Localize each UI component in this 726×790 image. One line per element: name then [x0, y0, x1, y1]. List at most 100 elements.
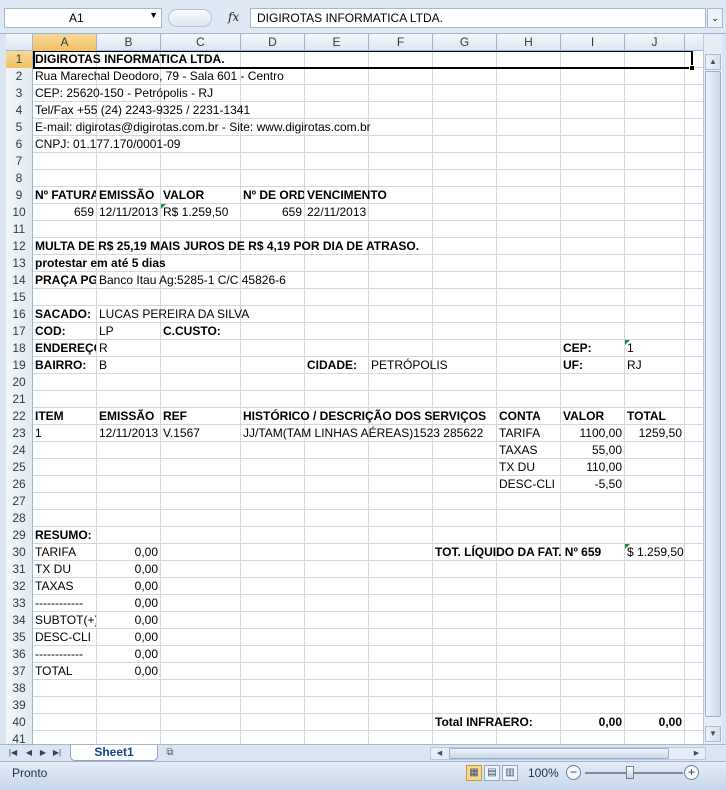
row-header[interactable]: 41: [6, 731, 33, 744]
cell-h23[interactable]: TARIFA: [497, 425, 560, 441]
cell-a33[interactable]: ------------: [33, 595, 96, 611]
row-header[interactable]: 7: [6, 153, 33, 170]
scroll-up-icon[interactable]: ▲: [705, 54, 721, 70]
cell-a1[interactable]: DIGIROTAS INFORMATICA LTDA.: [33, 51, 685, 67]
cell-c22[interactable]: REF: [161, 408, 240, 424]
column-header-h[interactable]: H: [497, 34, 561, 51]
row-header[interactable]: 3: [6, 85, 33, 102]
cell-a30[interactable]: TARIFA: [33, 544, 96, 560]
row-header[interactable]: 25: [6, 459, 33, 476]
cell-a14[interactable]: PRAÇA PG: [33, 272, 96, 288]
column-header-c[interactable]: C: [161, 34, 241, 51]
cell-a22[interactable]: ITEM: [33, 408, 96, 424]
row-header[interactable]: 35: [6, 629, 33, 646]
row-header[interactable]: 31: [6, 561, 33, 578]
first-sheet-icon[interactable]: |◀: [6, 746, 20, 760]
cell-b16[interactable]: LUCAS PEREIRA DA SILVA: [97, 306, 685, 322]
scroll-down-icon[interactable]: ▼: [705, 726, 721, 742]
spreadsheet-grid[interactable]: ABCDEFGHIJ 1 DIGIROTAS INFORMATICA LTDA. 2…: [6, 34, 703, 744]
row-header[interactable]: 12: [6, 238, 33, 255]
row-header[interactable]: 20: [6, 374, 33, 391]
cell-e19[interactable]: CIDADE:: [305, 357, 368, 373]
cell-a16[interactable]: SACADO:: [33, 306, 96, 322]
row-header[interactable]: 34: [6, 612, 33, 629]
cell-a18[interactable]: ENDEREÇO: [33, 340, 96, 356]
cell-e10[interactable]: 22/11/2013: [305, 204, 685, 220]
cell-i22[interactable]: VALOR: [561, 408, 624, 424]
cell-j40[interactable]: 0,00: [625, 714, 684, 730]
row-header[interactable]: 21: [6, 391, 33, 408]
cell-b9[interactable]: EMISSÃO: [97, 187, 160, 203]
row-header[interactable]: 37: [6, 663, 33, 680]
cell-j18[interactable]: 1: [625, 340, 684, 356]
cell-j22[interactable]: TOTAL: [625, 408, 684, 424]
row-header[interactable]: 14: [6, 272, 33, 289]
row-header[interactable]: 40: [6, 714, 33, 731]
zoom-slider[interactable]: [585, 772, 683, 774]
cell-d10[interactable]: 659: [241, 204, 304, 220]
zoom-slider-thumb[interactable]: [626, 766, 634, 779]
select-all-corner[interactable]: [6, 34, 33, 51]
cell-b19[interactable]: B: [97, 357, 160, 373]
row-header[interactable]: 33: [6, 595, 33, 612]
row-header[interactable]: 15: [6, 289, 33, 306]
cell-c10[interactable]: R$ 1.259,50: [161, 204, 240, 220]
column-header-a[interactable]: A: [33, 34, 97, 51]
column-header-d[interactable]: D: [241, 34, 305, 51]
scroll-left-icon[interactable]: ◀: [433, 748, 446, 759]
cell-a9[interactable]: Nº FATURA: [33, 187, 96, 203]
cell-b17[interactable]: LP: [97, 323, 160, 339]
cell-a19[interactable]: BAIRRO:: [33, 357, 96, 373]
cell-i19[interactable]: UF:: [561, 357, 624, 373]
row-header[interactable]: 23: [6, 425, 33, 442]
row-header[interactable]: 4: [6, 102, 33, 119]
row-header[interactable]: 39: [6, 697, 33, 714]
expand-formula-bar-button[interactable]: ⌄: [707, 8, 723, 28]
cell-b30[interactable]: 0,00: [97, 544, 160, 560]
cell-a13[interactable]: protestar em até 5 dias: [33, 255, 685, 271]
row-header[interactable]: 1: [6, 51, 33, 68]
row-header[interactable]: 38: [6, 680, 33, 697]
next-sheet-icon[interactable]: ▶: [36, 746, 50, 760]
cell-b36[interactable]: 0,00: [97, 646, 160, 662]
cell-i23[interactable]: 1100,00: [561, 425, 624, 441]
row-header[interactable]: 22: [6, 408, 33, 425]
cell-i25[interactable]: 110,00: [561, 459, 624, 475]
column-header-b[interactable]: B: [97, 34, 161, 51]
cell-a2[interactable]: Rua Marechal Deodoro, 79 - Sala 601 - Ce…: [33, 68, 685, 84]
cell-j30[interactable]: $ 1.259,50: [625, 544, 684, 560]
cell-i24[interactable]: 55,00: [561, 442, 624, 458]
row-header[interactable]: 28: [6, 510, 33, 527]
cell-b18[interactable]: R: [97, 340, 160, 356]
chevron-down-icon[interactable]: ▼: [149, 10, 158, 20]
prev-sheet-icon[interactable]: ◀: [22, 746, 36, 760]
zoom-out-icon[interactable]: −: [566, 765, 581, 780]
column-header-j[interactable]: J: [625, 34, 685, 51]
page-layout-view-icon[interactable]: ▤: [484, 765, 500, 781]
cell-a35[interactable]: DESC-CLI: [33, 629, 96, 645]
cell-a4[interactable]: Tel/Fax +55 (24) 2243-9325 / 2231-1341: [33, 102, 685, 118]
cell-c9[interactable]: VALOR: [161, 187, 240, 203]
cell-d9[interactable]: Nº DE ORDEM: [241, 187, 304, 203]
cell-h26[interactable]: DESC-CLI: [497, 476, 560, 492]
formula-controls[interactable]: [168, 9, 212, 27]
row-header[interactable]: 16: [6, 306, 33, 323]
cell-e9[interactable]: VENCIMENTO: [305, 187, 685, 203]
cell-a23[interactable]: 1: [33, 425, 96, 441]
row-header[interactable]: 8: [6, 170, 33, 187]
cell-j19[interactable]: RJ: [625, 357, 684, 373]
cell-b34[interactable]: 0,00: [97, 612, 160, 628]
cell-c17[interactable]: C.CUSTO:: [161, 323, 240, 339]
row-header[interactable]: 18: [6, 340, 33, 357]
row-header[interactable]: 19: [6, 357, 33, 374]
cell-a29[interactable]: RESUMO:: [33, 527, 96, 543]
cell-j23[interactable]: 1259,50: [625, 425, 684, 441]
cell-a17[interactable]: COD:: [33, 323, 96, 339]
column-header-g[interactable]: G: [433, 34, 497, 51]
cell-a34[interactable]: SUBTOT(+): [33, 612, 96, 628]
row-header[interactable]: 29: [6, 527, 33, 544]
cell-b37[interactable]: 0,00: [97, 663, 160, 679]
cell-h25[interactable]: TX DU: [497, 459, 560, 475]
horizontal-scroll-thumb[interactable]: [449, 748, 669, 759]
row-header[interactable]: 32: [6, 578, 33, 595]
